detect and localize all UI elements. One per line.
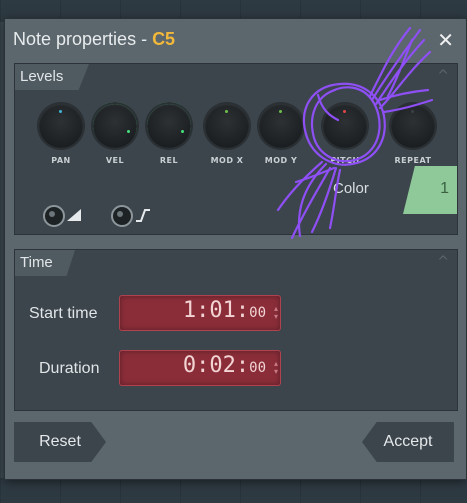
- note-properties-dialog: Note properties - C5 ✕ Levels ^ PAN VEL RE…: [4, 18, 467, 480]
- stepper-grip-icon: ▴ ▾: [273, 304, 278, 321]
- slide-toggle[interactable]: [111, 205, 133, 227]
- knob-body: [391, 104, 435, 148]
- duration-value: 0:02:00: [183, 353, 266, 378]
- accept-button[interactable]: Accept: [362, 422, 454, 462]
- knob-body: [323, 104, 367, 148]
- knob-indicator: [181, 130, 184, 133]
- knob-label: PITCH: [330, 156, 360, 165]
- knob-body: [39, 104, 83, 148]
- reset-button[interactable]: Reset: [14, 422, 106, 462]
- knob-body: [147, 104, 191, 148]
- slide-ramp-icon: [67, 209, 81, 221]
- knob-pitch[interactable]: PITCH: [319, 104, 371, 166]
- dialog-title: Note properties - C5: [13, 29, 175, 50]
- slide-curve-icon: [136, 209, 150, 222]
- close-icon[interactable]: ✕: [437, 30, 454, 50]
- title-bar[interactable]: Note properties - C5 ✕: [5, 19, 466, 61]
- color-label: Color: [333, 180, 369, 197]
- start-time-value: 1:01:00: [183, 298, 266, 323]
- knob-indicator: [225, 110, 228, 113]
- color-value: 1: [440, 180, 449, 197]
- start-time-label: Start time: [29, 305, 98, 322]
- knob-body: [259, 104, 303, 148]
- knob-label: REPEAT: [394, 156, 432, 165]
- knob-body: [205, 104, 249, 148]
- duration-main: 0:02:: [182, 353, 250, 378]
- knob-mod-y[interactable]: MOD Y: [255, 104, 307, 166]
- start-time-field[interactable]: 1:01:00 ▴ ▾: [119, 295, 281, 331]
- knob-rel[interactable]: REL: [143, 102, 195, 166]
- time-collapse-icon[interactable]: ^: [437, 254, 449, 270]
- title-text: Note properties -: [13, 29, 153, 49]
- knob-indicator: [59, 110, 62, 113]
- time-header[interactable]: Time ^: [15, 250, 457, 276]
- knob-indicator: [411, 110, 414, 113]
- stepper-grip-icon: ▴ ▾: [273, 359, 278, 376]
- title-note-name: C5: [152, 29, 176, 49]
- portamento-toggle[interactable]: [43, 205, 65, 227]
- levels-panel: Levels ^ PAN VEL REL MOD X MOD Y PITCH REPEAT …: [14, 63, 458, 235]
- knob-repeat[interactable]: REPEAT: [387, 104, 439, 166]
- levels-header[interactable]: Levels ^: [15, 64, 457, 90]
- levels-collapse-icon[interactable]: ^: [437, 68, 449, 84]
- duration-label: Duration: [39, 360, 100, 377]
- start-time-ticks: 00: [249, 305, 266, 321]
- levels-label: Levels: [20, 68, 64, 85]
- start-time-main: 1:01:: [182, 298, 250, 323]
- knob-indicator: [343, 110, 346, 113]
- knob-label: MOD Y: [264, 156, 298, 165]
- color-swatch[interactable]: 1: [403, 166, 457, 214]
- knob-indicator: [127, 130, 130, 133]
- duration-ticks: 00: [249, 360, 266, 376]
- knob-indicator: [279, 110, 282, 113]
- duration-field[interactable]: 0:02:00 ▴ ▾: [119, 350, 281, 386]
- knob-body: [93, 104, 137, 148]
- time-panel: Time ^ Start time 1:01:00 ▴ ▾ Duration 0:…: [14, 249, 458, 411]
- time-label: Time: [20, 254, 53, 271]
- accept-label: Accept: [383, 433, 433, 450]
- reset-label: Reset: [39, 433, 81, 450]
